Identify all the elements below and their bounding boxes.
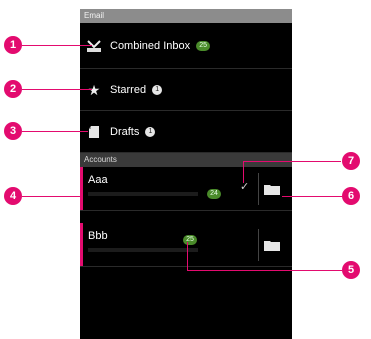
- account-item-bbb[interactable]: Bbb 25: [80, 223, 292, 267]
- accounts-header-label: Accounts: [84, 155, 117, 164]
- drafts-label: Drafts: [110, 125, 140, 138]
- callout-marker-5: 5: [342, 261, 360, 279]
- email-app-screen: Email Combined Inbox 25 ★ Starred 1 Draf…: [80, 9, 292, 339]
- drafts-icon: [86, 125, 102, 139]
- account-color-bar: [80, 223, 83, 266]
- folder-icon[interactable]: [264, 238, 280, 251]
- combined-inbox-label: Combined Inbox: [110, 39, 191, 52]
- callout-line-7-vertical: [243, 161, 244, 183]
- app-title: Email: [84, 11, 105, 20]
- callout-line-3: [22, 131, 88, 132]
- callout-line-2: [22, 89, 92, 90]
- account-unread-count-badge: 25: [183, 235, 197, 245]
- account-name: Aaa: [88, 174, 108, 186]
- callout-line-7: [243, 161, 341, 162]
- accounts-section-header: Accounts: [80, 153, 292, 167]
- starred-label: Starred: [110, 83, 147, 96]
- account-subtitle-placeholder: [88, 248, 198, 252]
- account-color-bar: [80, 167, 83, 210]
- drafts-item[interactable]: Drafts 1: [80, 111, 292, 153]
- account-item-aaa[interactable]: Aaa 24 ✓: [80, 167, 292, 211]
- callout-marker-6: 6: [342, 187, 360, 205]
- account-unread-count-badge: 24: [207, 189, 221, 199]
- callout-line-1: [22, 45, 92, 46]
- callout-marker-2: 2: [4, 80, 22, 98]
- callout-marker-4: 4: [4, 187, 22, 205]
- drafts-count-badge: 1: [145, 126, 156, 137]
- account-subtitle-placeholder: [88, 192, 198, 196]
- combined-inbox-count-badge: 25: [196, 40, 211, 51]
- checkmark-icon: ✓: [240, 181, 250, 193]
- combined-inbox-item[interactable]: Combined Inbox 25: [80, 23, 292, 69]
- callout-line-5: [187, 270, 342, 271]
- callout-line-5-vertical: [187, 242, 188, 270]
- starred-count-badge: 1: [152, 84, 163, 95]
- callout-marker-7: 7: [342, 152, 360, 170]
- divider: [258, 173, 259, 205]
- callout-marker-1: 1: [4, 36, 22, 54]
- app-title-bar: Email: [80, 9, 292, 23]
- callout-line-4: [22, 196, 82, 197]
- callout-line-6: [282, 196, 342, 197]
- divider: [258, 229, 259, 261]
- account-name: Bbb: [88, 230, 108, 242]
- callout-marker-3: 3: [4, 122, 22, 140]
- starred-item[interactable]: ★ Starred 1: [80, 69, 292, 111]
- folder-icon[interactable]: [264, 182, 280, 195]
